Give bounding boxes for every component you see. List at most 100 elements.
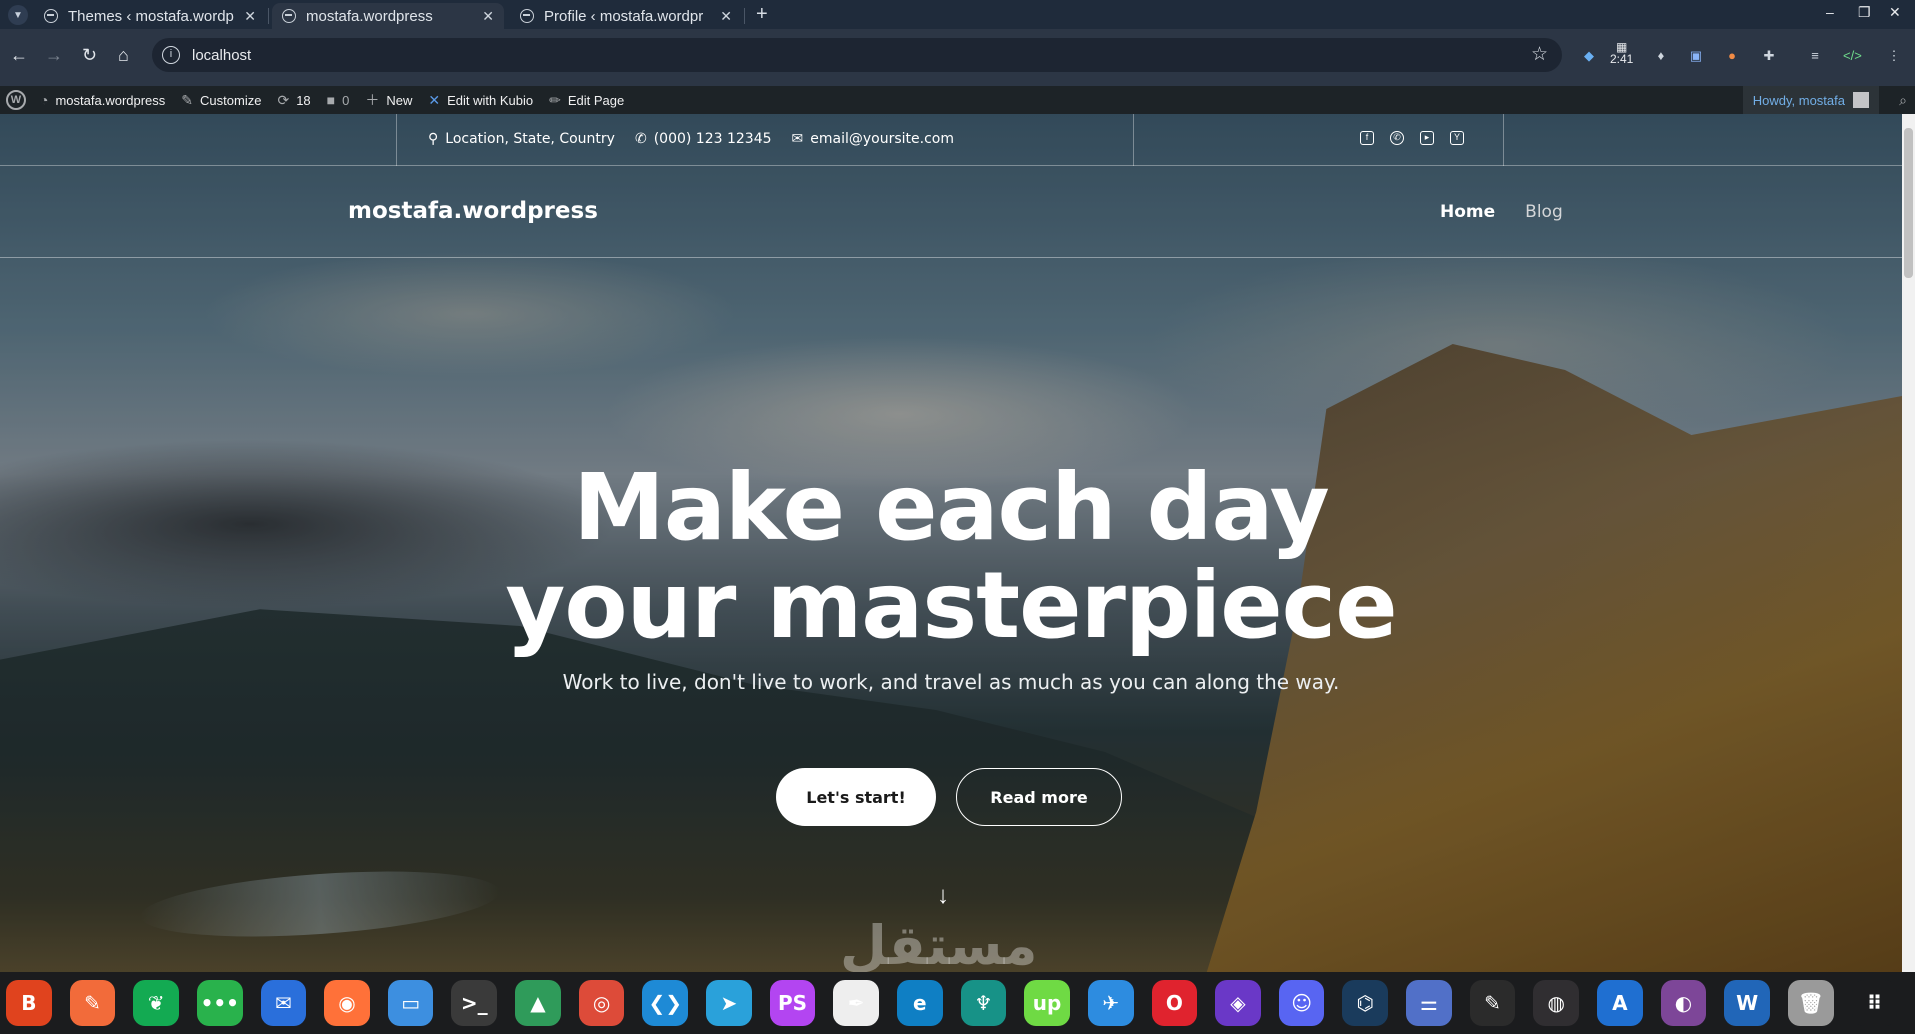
reading-list-icon[interactable]: ≡ <box>1806 47 1824 65</box>
dock-insomnia-icon[interactable]: ◈ <box>1215 980 1261 1026</box>
yelp-icon[interactable]: Y <box>1450 131 1464 145</box>
dashboard-icon: ◔ <box>40 92 49 108</box>
dock-trash-icon[interactable]: 🗑 <box>1787 980 1834 1026</box>
menu-item-home[interactable]: Home <box>1440 202 1495 222</box>
close-icon[interactable]: ✕ <box>244 8 256 25</box>
tab-themes[interactable]: Themes ‹ mostafa.wordp ✕ <box>34 3 266 29</box>
dock-app-store-icon[interactable]: A <box>1597 980 1643 1026</box>
envelope-icon: ✉ <box>791 131 804 147</box>
dock-phpstorm-icon[interactable]: PS <box>769 980 816 1026</box>
extension-shield-icon[interactable]: ◆ <box>1580 47 1598 65</box>
extension-drop-icon[interactable]: ♦ <box>1652 47 1670 65</box>
extension-screen-icon[interactable]: ▣ <box>1687 47 1705 65</box>
scroll-down-arrow-icon[interactable]: ↓ <box>937 882 949 910</box>
main-menu: Home Blog <box>1440 202 1563 222</box>
forward-arrow-icon[interactable]: → <box>45 45 63 66</box>
whatsapp-icon[interactable]: ✆ <box>1390 131 1404 145</box>
tab-profile[interactable]: Profile ‹ mostafa.wordpr ✕ <box>510 3 742 29</box>
dock-mysql-workbench-icon[interactable]: ⌬ <box>1342 980 1389 1026</box>
dock-chrome-icon[interactable]: ◎ <box>578 980 625 1026</box>
admin-edit-page-label: Edit Page <box>567 92 625 108</box>
bookmark-star-icon[interactable]: ☆ <box>1531 43 1548 66</box>
clock-text: 2:41 <box>1610 52 1634 66</box>
clock-extension[interactable]: ▦ 2:41 <box>1610 41 1633 65</box>
dock-text-editor-icon[interactable]: ✎ <box>1469 980 1516 1026</box>
contact-bar: ⚲ Location, State, Country ✆ (000) 123 123… <box>0 114 1902 166</box>
admin-edit-kubio[interactable]: ✕ Edit with Kubio <box>428 92 533 109</box>
extensions-puzzle-icon[interactable]: ✚ <box>1760 47 1778 65</box>
admin-comments[interactable]: ■ 0 <box>327 92 350 108</box>
taskbar-dock: B ✎ ❦ ••• ✉ ◉ ▭ >_ ▲ ◎ ❮❯ ➤ PS ✒ e ♆ up ✈ O ◈ ☺ ⌬ ⚌ ✎ ◍ A ◐ W 🗑 ⠿ <box>0 972 1915 1034</box>
wordpress-logo-icon[interactable]: W <box>6 90 26 110</box>
back-arrow-icon[interactable]: ← <box>10 45 28 66</box>
new-tab-button[interactable]: + <box>756 3 768 26</box>
dock-mongodb-compass-icon[interactable]: ❦ <box>133 980 179 1026</box>
extension-fox-icon[interactable]: ● <box>1723 47 1741 65</box>
dock-telegram-icon[interactable]: ➤ <box>706 980 752 1026</box>
home-icon[interactable]: ⌂ <box>118 45 129 66</box>
devtools-code-icon[interactable]: </> <box>1843 47 1862 65</box>
lets-start-button[interactable]: Let's start! <box>776 768 936 826</box>
dock-system-monitor-icon[interactable]: ▲ <box>515 980 561 1026</box>
dock-app-grid-icon[interactable]: ⠿ <box>1851 980 1898 1026</box>
close-icon[interactable]: ✕ <box>482 8 494 25</box>
avatar <box>1853 92 1869 108</box>
dock-writer-icon[interactable]: W <box>1724 980 1770 1026</box>
scrollbar-thumb[interactable] <box>1904 128 1913 278</box>
dock-terminal-icon[interactable]: >_ <box>451 980 498 1026</box>
dock-edge-icon[interactable]: e <box>896 980 943 1026</box>
admin-updates[interactable]: ⟳ 18 <box>277 92 310 109</box>
admin-updates-count: 18 <box>296 92 311 108</box>
dock-gitkraken-icon[interactable]: ♆ <box>960 980 1007 1026</box>
admin-site-name[interactable]: ◔ mostafa.wordpress <box>40 92 165 108</box>
admin-howdy[interactable]: Howdy, mostafa <box>1742 86 1879 114</box>
browser-toolbar: ← → ↻ ⌂ i localhost ☆ ◆ ▦ 2:41 ♦ ▣ ● ✚ ≡ … <box>0 29 1915 86</box>
hero-title-line1: Make each day <box>573 454 1329 561</box>
facebook-icon[interactable]: f <box>1360 131 1374 145</box>
dock-inkscape-icon[interactable]: ✒ <box>833 980 879 1026</box>
dock-opera-icon[interactable]: O <box>1151 980 1198 1026</box>
admin-new[interactable]: ＋ New <box>365 90 412 110</box>
dock-files-icon[interactable]: ▭ <box>387 980 434 1026</box>
hero-subtitle: Work to live, don't live to work, and tr… <box>562 670 1340 694</box>
close-icon[interactable]: ✕ <box>720 8 732 25</box>
dock-upwork-icon[interactable]: up <box>1024 980 1070 1026</box>
menu-kebab-icon[interactable]: ⋮ <box>1885 47 1903 65</box>
url-text[interactable]: localhost <box>192 47 251 64</box>
dock-discord-icon[interactable]: ☺ <box>1278 980 1325 1026</box>
contact-location: ⚲ Location, State, Country <box>428 131 615 147</box>
site-info-icon[interactable]: i <box>162 46 180 64</box>
admin-edit-page[interactable]: ✏ Edit Page <box>549 92 624 109</box>
read-more-button[interactable]: Read more <box>956 768 1122 826</box>
admin-comments-count: 0 <box>342 92 350 108</box>
youtube-icon[interactable]: ▸ <box>1420 131 1434 145</box>
dock-chat-icon[interactable]: ••• <box>196 980 243 1026</box>
page-scrollbar[interactable] <box>1902 114 1915 972</box>
tab-home[interactable]: mostafa.wordpress ✕ <box>272 3 504 29</box>
dock-mailspring-icon[interactable]: ✈ <box>1087 980 1134 1026</box>
address-bar[interactable]: i localhost ☆ <box>152 38 1562 72</box>
tab-title: Profile ‹ mostafa.wordpr <box>544 7 704 25</box>
dock-obs-studio-icon[interactable]: ◍ <box>1533 980 1580 1026</box>
dock-vscode-icon[interactable]: ❮❯ <box>642 980 689 1026</box>
location-pin-icon: ⚲ <box>428 131 439 147</box>
menu-item-blog[interactable]: Blog <box>1525 202 1563 222</box>
search-icon[interactable]: ⌕ <box>1899 92 1907 109</box>
close-window-button[interactable]: ✕ <box>1889 4 1901 21</box>
dock-thunderbird-icon[interactable]: ✉ <box>260 980 307 1026</box>
comment-icon: ■ <box>326 92 336 108</box>
dock-firefox-icon[interactable]: ◉ <box>324 980 370 1026</box>
tab-search-chevron-icon[interactable]: ▼ <box>8 5 28 25</box>
maximize-button[interactable]: ❐ <box>1858 4 1871 21</box>
dock-brave-icon[interactable]: B <box>6 980 52 1026</box>
contact-phone[interactable]: ✆ (000) 123 12345 <box>635 131 772 147</box>
dock-tor-browser-icon[interactable]: ◐ <box>1660 980 1707 1026</box>
minimize-button[interactable]: – <box>1826 4 1834 20</box>
contact-email[interactable]: ✉ email@yoursite.com <box>792 131 954 147</box>
dock-postman-icon[interactable]: ✎ <box>69 980 116 1026</box>
admin-customize[interactable]: ✎ Customize <box>181 92 261 109</box>
reload-icon[interactable]: ↻ <box>82 45 97 66</box>
hero-title-line2: your masterpiece <box>505 552 1397 659</box>
dock-toggl-icon[interactable]: ⚌ <box>1406 980 1452 1026</box>
site-title[interactable]: mostafa.wordpress <box>348 198 598 224</box>
